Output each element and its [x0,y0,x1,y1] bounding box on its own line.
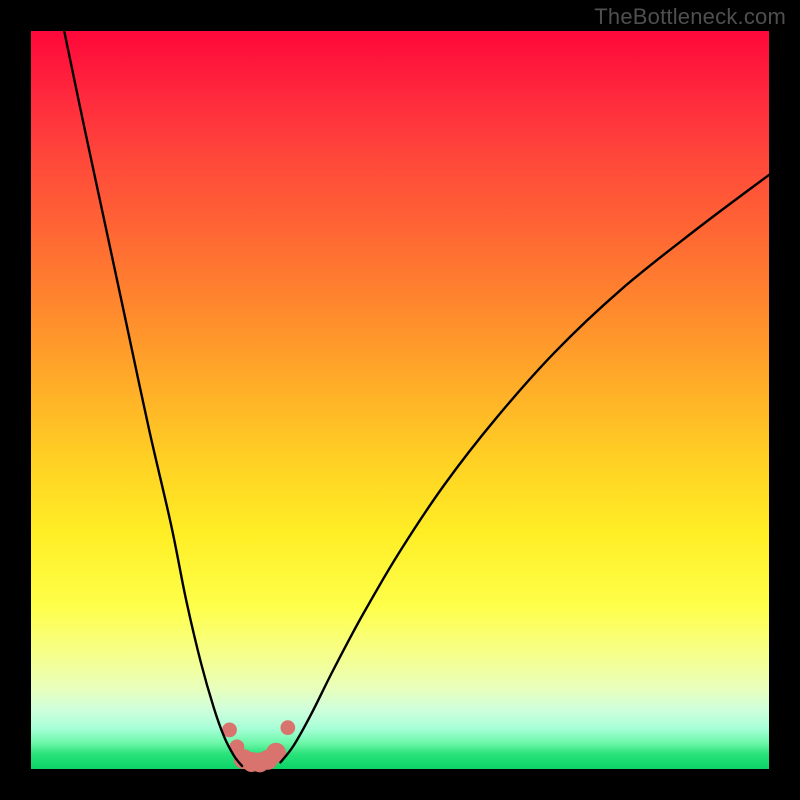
valley-dot [280,720,295,735]
curve-layer [31,31,769,769]
valley-dots [222,720,295,772]
attribution-label: TheBottleneck.com [594,4,786,30]
curve-left-branch [64,31,242,766]
plot-area [31,31,769,769]
chart-frame: TheBottleneck.com [0,0,800,800]
curve-right-branch [280,175,769,762]
